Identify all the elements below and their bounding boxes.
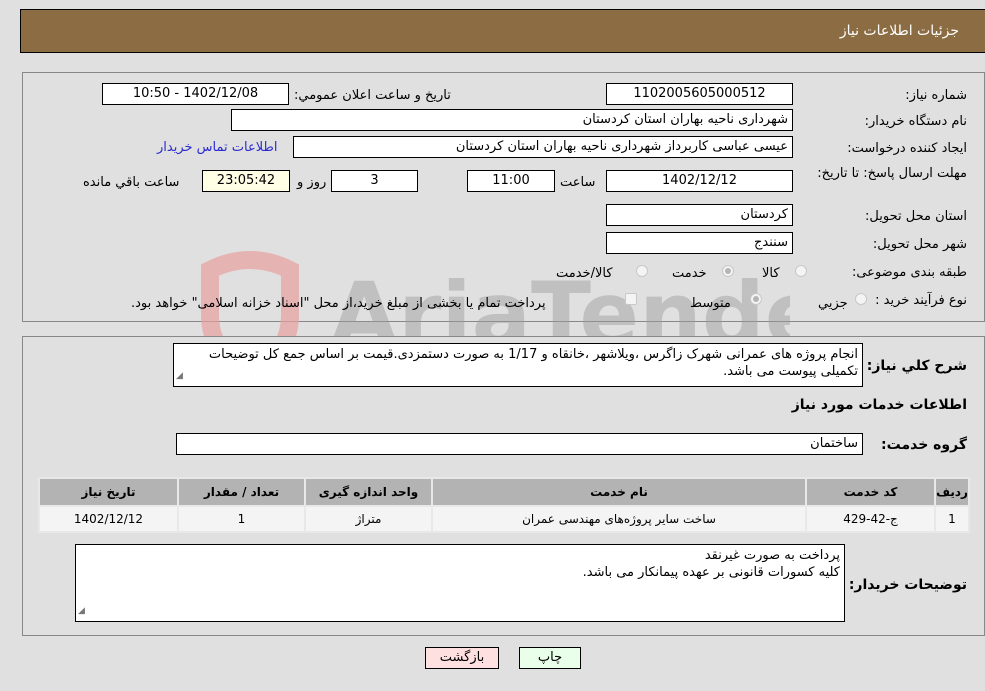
buyer-notes-line-2: کلیه کسورات قانونی بر عهده پیمانکار می ب… — [582, 565, 840, 580]
buyer-notes-line-1: پرداخت به صورت غیرنقد — [704, 548, 840, 563]
buyer-contact-link[interactable]: اطلاعات تماس خریدار — [157, 140, 277, 155]
resize-handle-icon[interactable]: ◢ — [176, 368, 183, 385]
cell-service-name: ساخت سایر پروژه‌های مهندسی عمران — [433, 507, 805, 531]
cell-unit: متراژ — [306, 507, 431, 531]
service-group-field: ساختمان — [176, 433, 863, 455]
announce-datetime-field: 1402/12/08 - 10:50 — [102, 83, 289, 105]
delivery-province-label: استان محل تحویل: — [865, 209, 967, 224]
buyer-org-field: شهرداری ناحیه بهاران استان کردستان — [231, 109, 793, 131]
cell-row-number: 1 — [936, 507, 968, 531]
delivery-city-label: شهر محل تحویل: — [872, 237, 967, 252]
col-need-date: تاریخ نیاز — [40, 479, 177, 505]
purchase-type-label: نوع فرآیند خرید : — [875, 293, 967, 308]
service-group-label: گروه خدمت: — [881, 437, 967, 453]
col-row-number: ردیف — [936, 479, 968, 505]
category-option-service: خدمت — [672, 266, 707, 281]
description-text: انجام پروژه های عمرانی شهرک زاگرس ،ویلاش… — [208, 347, 858, 379]
category-option-goods-service: کالا/خدمت — [556, 266, 613, 281]
category-radio-service[interactable] — [722, 265, 734, 277]
deadline-label: مهلت ارسال پاسخ: تا تاریخ: — [817, 166, 967, 181]
category-option-goods: کالا — [762, 266, 780, 281]
col-unit: واحد اندازه گیری — [306, 479, 431, 505]
description-label: شرح کلي نیاز: — [866, 358, 967, 374]
deadline-time-label: ساعت — [560, 175, 596, 190]
treasury-note: پرداخت تمام یا بخشی از مبلغ خرید،از محل … — [131, 296, 546, 311]
col-service-name: نام خدمت — [433, 479, 805, 505]
category-radio-goods[interactable] — [795, 265, 807, 277]
requester-field: عیسی عباسی کاربرداز شهرداری ناحیه بهاران… — [293, 136, 793, 158]
days-label: روز و — [297, 175, 327, 190]
cell-need-date: 1402/12/12 — [40, 507, 177, 531]
print-button[interactable]: چاپ — [519, 647, 581, 669]
requester-label: ایجاد کننده درخواست: — [847, 141, 967, 156]
category-radio-goods-service[interactable] — [636, 265, 648, 277]
table-row: 1 ج-42-429 ساخت سایر پروژه‌های مهندسی عم… — [40, 507, 968, 531]
cell-quantity: 1 — [179, 507, 304, 531]
page-header: جزئیات اطلاعات نیاز — [20, 9, 985, 53]
back-button[interactable]: بازگشت — [425, 647, 499, 669]
time-remaining-field: 23:05:42 — [202, 170, 290, 192]
services-section-title: اطلاعات خدمات مورد نیاز — [791, 397, 967, 413]
days-remaining-field: 3 — [331, 170, 418, 192]
services-table: ردیف کد خدمت نام خدمت واحد اندازه گیری ت… — [38, 477, 970, 533]
time-remaining-label: ساعت باقي مانده — [83, 175, 180, 190]
deadline-time-field: 11:00 — [467, 170, 555, 192]
category-label: طبقه بندی موضوعی: — [851, 265, 967, 280]
buyer-notes-label: توضیحات خریدار: — [848, 577, 967, 593]
buyer-org-label: نام دستگاه خریدار: — [864, 114, 967, 129]
need-number-field: 1102005605000512 — [606, 83, 793, 105]
purchase-type-option-medium: متوسط — [690, 296, 731, 311]
purchase-type-option-minor: جزيي — [818, 296, 848, 311]
resize-handle-icon[interactable]: ◢ — [78, 603, 85, 620]
buyer-notes-textarea[interactable]: پرداخت به صورت غیرنقد کلیه کسورات قانونی… — [75, 544, 845, 622]
need-number-label: شماره نیاز: — [905, 88, 967, 103]
deadline-date-field: 1402/12/12 — [606, 170, 793, 192]
treasury-checkbox[interactable] — [625, 293, 637, 305]
purchase-type-radio-minor[interactable] — [855, 293, 867, 305]
purchase-type-radio-medium[interactable] — [750, 293, 762, 305]
page-title: جزئیات اطلاعات نیاز — [839, 23, 959, 39]
delivery-province-field: کردستان — [606, 204, 793, 226]
announce-datetime-label: تاریخ و ساعت اعلان عمومي: — [294, 88, 451, 103]
description-textarea[interactable]: انجام پروژه های عمرانی شهرک زاگرس ،ویلاش… — [173, 343, 863, 387]
col-quantity: تعداد / مقدار — [179, 479, 304, 505]
table-header-row: ردیف کد خدمت نام خدمت واحد اندازه گیری ت… — [40, 479, 968, 505]
cell-service-code: ج-42-429 — [807, 507, 934, 531]
col-service-code: کد خدمت — [807, 479, 934, 505]
delivery-city-field: سنندج — [606, 232, 793, 254]
